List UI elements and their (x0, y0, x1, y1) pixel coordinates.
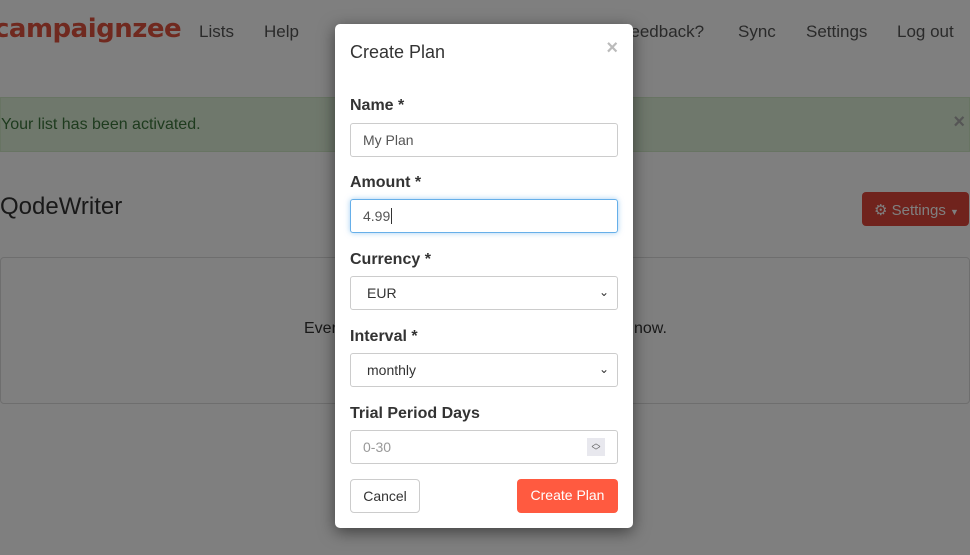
cancel-button[interactable]: Cancel (350, 479, 420, 513)
name-input[interactable]: My Plan (350, 123, 618, 157)
text-cursor (391, 208, 393, 224)
create-plan-modal: Create Plan × Name * My Plan Amount * 4.… (335, 24, 633, 528)
modal-title: Create Plan (350, 42, 446, 62)
chevron-down-icon: ⌄ (598, 285, 609, 299)
currency-value: EUR (367, 285, 397, 301)
currency-label: Currency * (350, 251, 431, 268)
close-icon[interactable]: × (606, 37, 618, 60)
currency-select[interactable]: EUR ⌄ (350, 276, 618, 310)
number-spinner-icon[interactable]: ︿ ﹀ (587, 438, 605, 456)
create-plan-button[interactable]: Create Plan (517, 479, 618, 513)
interval-select[interactable]: monthly ⌄ (350, 353, 618, 387)
amount-value: 4.99 (363, 208, 391, 224)
trial-days-input[interactable]: 0-30 ︿ ﹀ (350, 430, 618, 464)
amount-label: Amount * (350, 174, 422, 191)
trial-days-label: Trial Period Days (350, 405, 480, 422)
interval-value: monthly (367, 362, 417, 378)
chevron-down-icon: ⌄ (598, 362, 609, 376)
name-label: Name * (350, 97, 405, 114)
trial-days-placeholder: 0-30 (363, 439, 392, 455)
interval-label: Interval * (350, 328, 418, 345)
amount-input[interactable]: 4.99 (350, 199, 618, 233)
